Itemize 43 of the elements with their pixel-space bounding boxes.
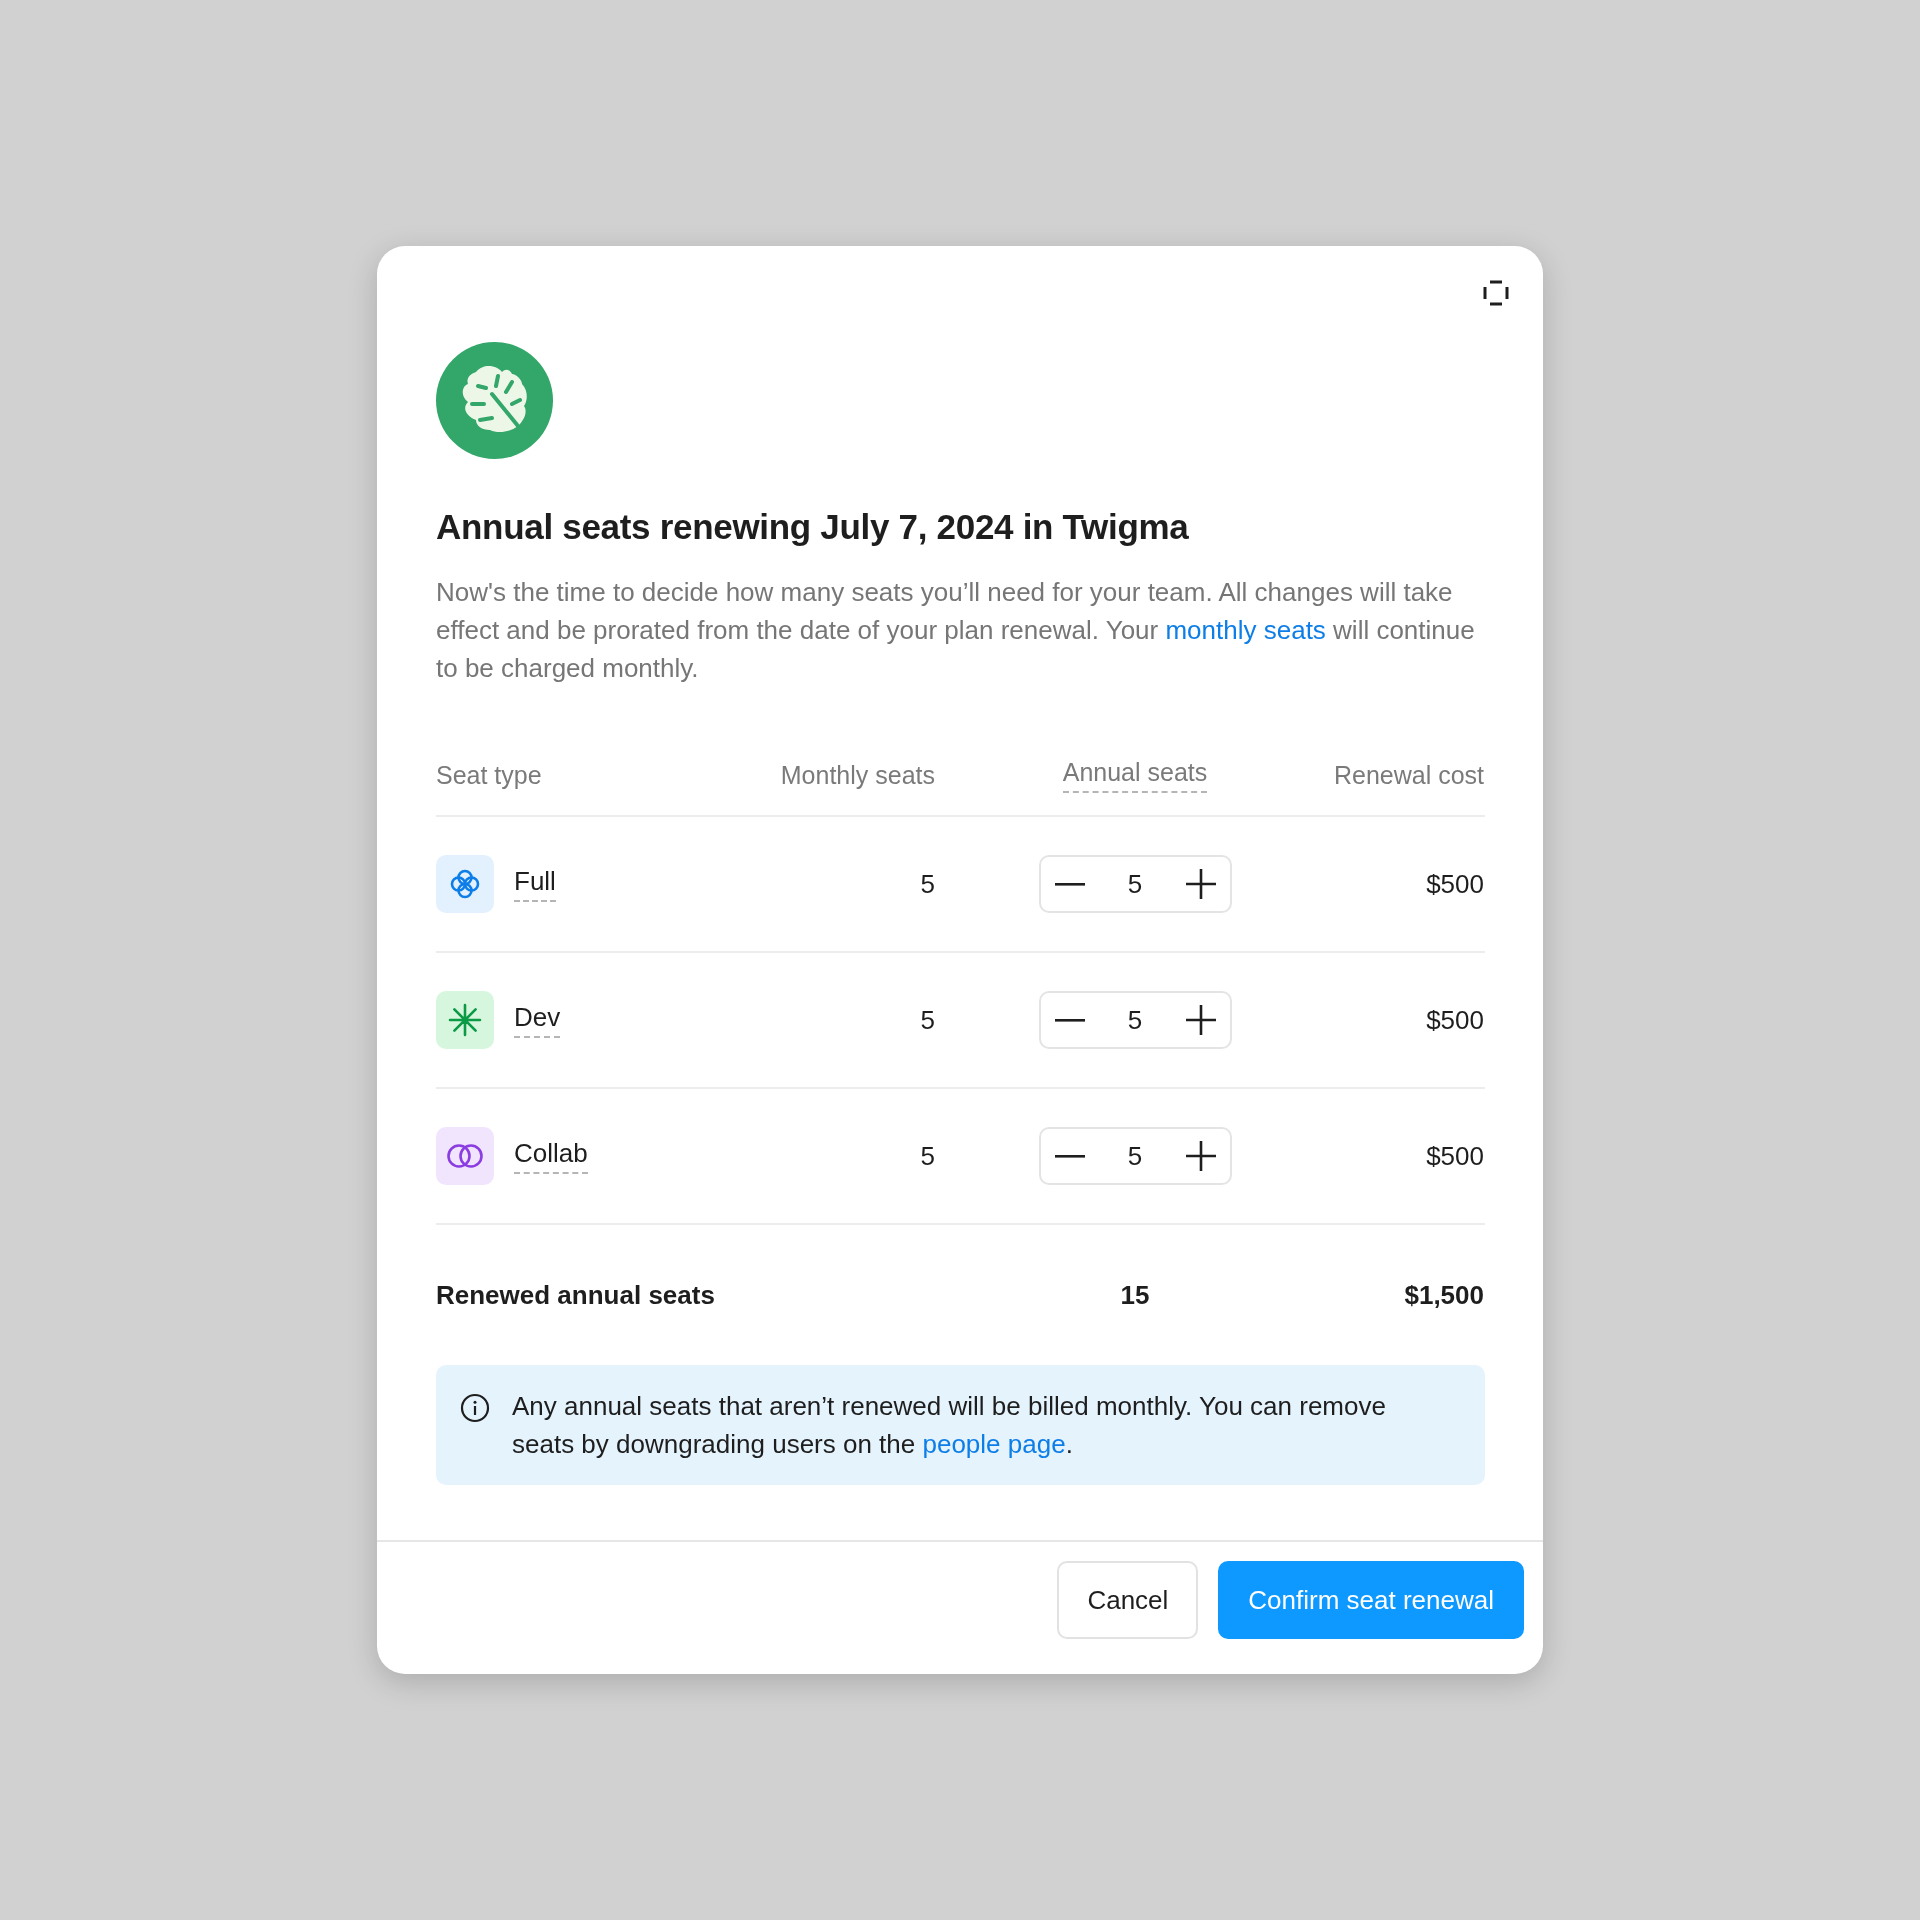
renewal-cost: $500	[1426, 1004, 1484, 1036]
frame-icon[interactable]	[1483, 280, 1509, 306]
quantity-stepper[interactable]: 5	[1038, 1127, 1232, 1185]
leaf-logo-icon	[436, 342, 553, 459]
monthly-seats: 5	[920, 1140, 935, 1172]
seat-count: 5	[1127, 1004, 1143, 1036]
plus-icon	[1185, 869, 1216, 899]
minus-icon	[1054, 1154, 1085, 1158]
column-header: Renewal cost	[1333, 760, 1484, 790]
monthly-seats: 5	[920, 1004, 935, 1036]
info-icon	[460, 1393, 490, 1423]
column-header: Monthly seats	[780, 760, 935, 790]
clover-icon	[448, 867, 482, 901]
plus-button[interactable]	[1183, 1139, 1218, 1173]
total-cost: $1,500	[1404, 1279, 1484, 1311]
rings-icon	[445, 1142, 485, 1170]
plus-button[interactable]	[1183, 867, 1218, 901]
seat-type-name: Dev	[514, 1002, 561, 1038]
seat-type-name: Collab	[514, 1138, 588, 1174]
cancel-button[interactable]: Cancel	[1057, 1561, 1199, 1639]
people-page-link[interactable]: people page	[922, 1429, 1066, 1459]
plus-icon	[1185, 1005, 1216, 1035]
plus-icon	[1185, 1141, 1216, 1171]
minus-icon	[1054, 882, 1085, 886]
dialog-title: Annual seats renewing July 7, 2024 in Twigma	[436, 507, 1190, 547]
quantity-stepper[interactable]: 5	[1038, 855, 1232, 913]
asterisk-icon	[448, 1003, 482, 1037]
info-text: Any annual seats that aren’t renewed will be billed monthly. You can remove seats by downgrading users on the people page.	[512, 1390, 1387, 1461]
column-header: Annual seats	[1062, 757, 1208, 793]
quantity-stepper[interactable]: 5	[1038, 991, 1232, 1049]
renewal-cost: $500	[1426, 1140, 1484, 1172]
description: Now's the time to decide how many seats you’ll need for your team. All changes will take effect and be prorated from the date of your plan renewal. Your monthly seats will continue to be charged monthly.	[436, 576, 1476, 685]
plus-button[interactable]	[1183, 1003, 1218, 1037]
renewal-cost: $500	[1426, 868, 1484, 900]
monthly-seats-link[interactable]: monthly seats	[1165, 615, 1326, 645]
minus-icon	[1054, 1018, 1085, 1022]
total-label: Renewed annual seats	[436, 1279, 716, 1311]
seat-count: 5	[1127, 868, 1143, 900]
monthly-seats: 5	[920, 868, 935, 900]
column-header: Seat type	[436, 760, 543, 790]
seat-type-name: Full	[514, 866, 556, 902]
seat-count: 5	[1127, 1140, 1143, 1172]
total-annual-seats: 15	[1120, 1279, 1150, 1311]
